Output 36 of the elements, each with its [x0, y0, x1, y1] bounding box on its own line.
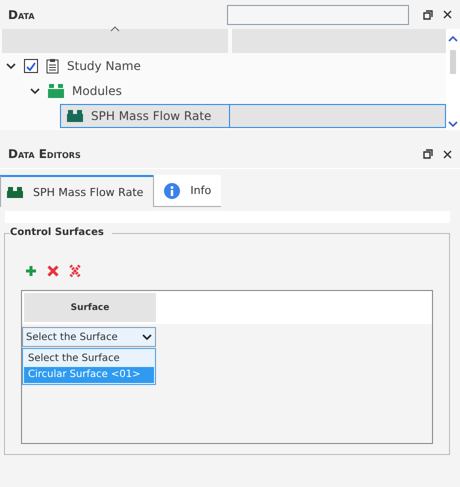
chevron-icon[interactable] [6, 62, 16, 70]
search-field[interactable] [227, 4, 409, 24]
checkbox[interactable] [24, 59, 38, 73]
tree-item-label: Study Name [67, 59, 141, 73]
blocks-icon [7, 186, 23, 198]
restore-icon[interactable] [423, 10, 433, 20]
delete-icon[interactable] [47, 265, 59, 277]
restore-icon[interactable] [423, 149, 433, 159]
scroll-down-icon[interactable] [448, 121, 458, 128]
column-header[interactable]: Surface [24, 293, 156, 322]
tab[interactable]: SPH Mass Flow Rate [0, 175, 154, 207]
tab[interactable]: Info [153, 175, 222, 207]
clipboard-icon [46, 58, 59, 74]
close-icon[interactable] [443, 10, 452, 19]
info-icon [164, 182, 180, 198]
scroll-up-icon[interactable] [448, 35, 458, 42]
chevron-icon[interactable] [30, 87, 40, 95]
delete-all-icon[interactable] [69, 264, 81, 278]
tree-item-label: Modules [72, 84, 122, 98]
add-icon[interactable] [25, 265, 37, 277]
panel-title: Data [8, 8, 36, 22]
scrollbar[interactable] [446, 29, 460, 130]
close-icon[interactable] [443, 150, 452, 158]
surface-dropdown[interactable]: Select the Surface [22, 327, 156, 347]
tree-item-label: SPH Mass Flow Rate [91, 109, 212, 123]
blocks-icon [67, 110, 83, 122]
blocks-icon [48, 84, 64, 98]
dropdown-option[interactable]: Select the Surface [24, 351, 154, 367]
sort-caret-icon [110, 26, 120, 32]
group-title: Control Surfaces [10, 227, 112, 238]
chevron-icon [142, 334, 152, 340]
tree-row[interactable]: Modules [0, 79, 446, 103]
tree-row[interactable]: SPH Mass Flow Rate [0, 104, 446, 128]
panel-title: Data Editors [8, 147, 81, 161]
tree-row[interactable]: Study Name [0, 54, 446, 78]
scroll-thumb[interactable] [450, 50, 456, 74]
